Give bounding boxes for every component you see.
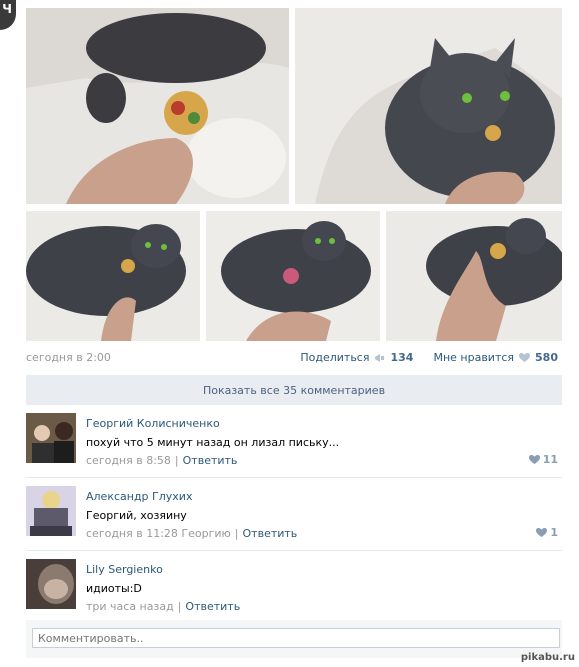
post-photo-1[interactable] — [26, 8, 289, 204]
comment-avatar[interactable] — [26, 413, 76, 463]
comment: Александр Глухих Георгий, хозяину сегодн… — [26, 486, 562, 542]
comment: Lily Sergienko идиоты:D три часа назад |… — [26, 559, 562, 615]
like-count: 580 — [535, 351, 558, 364]
post-date[interactable]: сегодня в 2:00 — [26, 351, 111, 364]
comment-like-count: 1 — [550, 526, 558, 539]
comment-like-button[interactable]: 11 — [528, 453, 558, 466]
photo-cat-lollipop-1 — [26, 8, 289, 204]
reply-button[interactable]: Ответить — [183, 454, 238, 467]
avatar-image — [26, 413, 76, 463]
comment-time[interactable]: три часа назад — [86, 600, 174, 613]
photo-cat-lollipop-2 — [295, 8, 562, 204]
photo-cat-lollipop-4 — [206, 211, 380, 341]
comment-form — [26, 620, 562, 658]
divider — [26, 550, 562, 551]
comment-time[interactable]: сегодня в 11:28 Георгию — [86, 527, 231, 540]
comment-author[interactable]: Lily Sergienko — [86, 563, 163, 576]
photo-cat-lollipop-5 — [386, 211, 562, 341]
watermark: pikabu.ru — [520, 652, 575, 663]
heart-icon — [528, 454, 540, 464]
comment-text: идиоты:D — [86, 582, 142, 595]
reply-button[interactable]: Ответить — [185, 600, 240, 613]
share-count: 134 — [390, 351, 414, 364]
show-all-comments-button[interactable]: Показать все 35 комментариев — [26, 375, 562, 405]
comment-time[interactable]: сегодня в 8:58 — [86, 454, 171, 467]
share-button[interactable]: Поделиться — [300, 351, 369, 364]
comment-avatar[interactable] — [26, 559, 76, 609]
comment-info: сегодня в 11:28 Георгию | Ответить — [86, 527, 298, 540]
like-button[interactable]: Мне нравится — [433, 351, 514, 364]
avatar-image — [26, 559, 76, 609]
avatar-image — [26, 486, 76, 536]
post-photo-5[interactable] — [386, 211, 562, 341]
comment-input[interactable] — [32, 628, 560, 648]
comment-text: похуй что 5 минут назад он лизал письку.… — [86, 436, 340, 449]
heart-icon — [536, 527, 548, 537]
post-photo-3[interactable] — [26, 211, 200, 341]
comment-info: сегодня в 8:58 | Ответить — [86, 454, 238, 467]
comment-like-count: 11 — [542, 453, 558, 466]
heart-icon — [519, 352, 531, 362]
photo-cat-lollipop-3 — [26, 211, 200, 341]
post-photo-2[interactable] — [295, 8, 562, 204]
reply-button[interactable]: Ответить — [243, 527, 298, 540]
author-avatar[interactable]: Ч — [0, 0, 16, 30]
post-meta: сегодня в 2:00 Поделиться 134 Мне нравит… — [26, 350, 562, 366]
comment-text: Георгий, хозяину — [86, 509, 187, 522]
comment-info: три часа назад | Ответить — [86, 600, 241, 613]
post-photo-4[interactable] — [206, 211, 380, 341]
divider — [26, 477, 562, 478]
comment-author[interactable]: Александр Глухих — [86, 490, 192, 503]
post-actions: Поделиться 134 Мне нравится 580 — [300, 351, 558, 364]
comment-avatar[interactable] — [26, 486, 76, 536]
comment-author[interactable]: Георгий Колисниченко — [86, 417, 220, 430]
comment: Георгий Колисниченко похуй что 5 минут н… — [26, 413, 562, 469]
megaphone-icon — [375, 353, 385, 362]
comment-like-button[interactable]: 1 — [536, 526, 558, 539]
